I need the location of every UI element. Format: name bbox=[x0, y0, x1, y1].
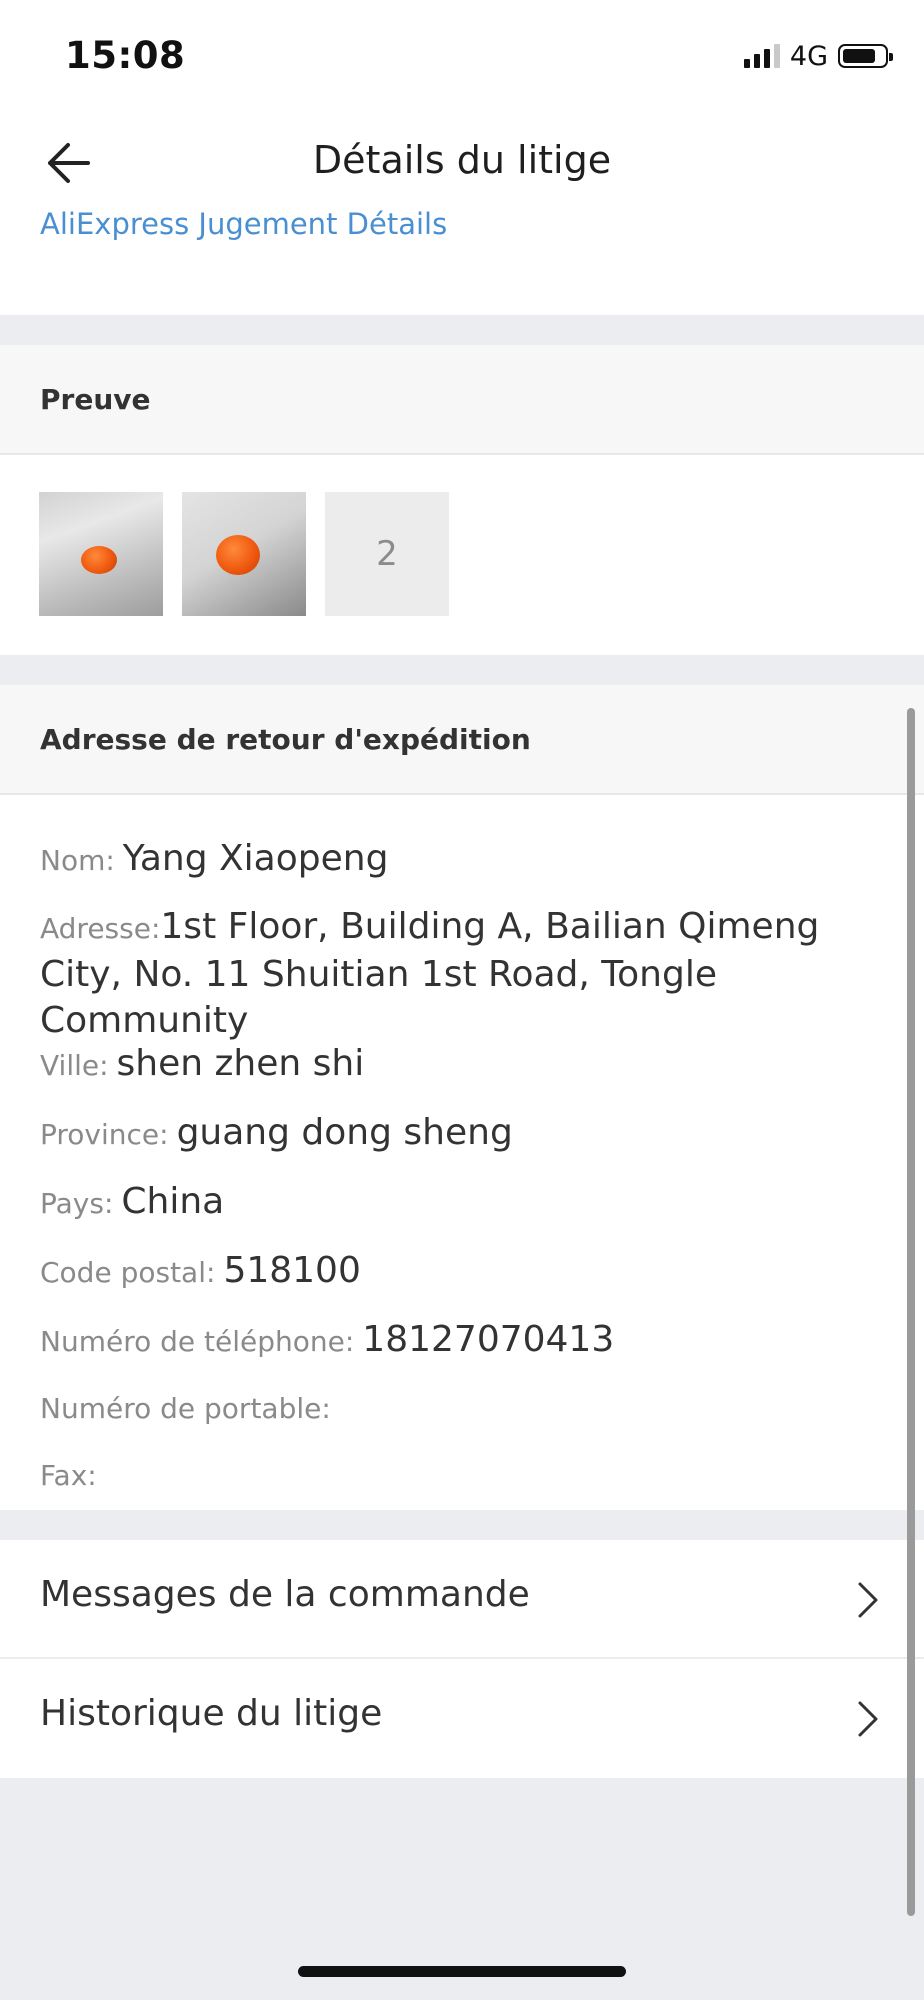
phone-row: Numéro de téléphone: 18127070413 bbox=[40, 1317, 890, 1365]
postal-code-value: 518100 bbox=[223, 1250, 361, 1291]
status-time: 15:08 bbox=[65, 34, 186, 77]
postal-code-row: Code postal: 518100 bbox=[40, 1248, 890, 1296]
country-row: Pays: China bbox=[40, 1179, 890, 1227]
address-row: Adresse:1st Floor, Building A, Bailian Q… bbox=[40, 904, 890, 1044]
postal-code-label: Code postal: bbox=[40, 1256, 216, 1289]
province-label: Province: bbox=[40, 1118, 169, 1151]
country-label: Pays: bbox=[40, 1187, 114, 1220]
proof-thumbnail[interactable] bbox=[182, 492, 306, 616]
order-messages-row[interactable]: Messages de la commande bbox=[0, 1540, 924, 1659]
return-address-title: Adresse de retour d'expédition bbox=[40, 723, 531, 756]
city-value: shen zhen shi bbox=[116, 1043, 365, 1084]
phone-label: Numéro de téléphone: bbox=[40, 1325, 355, 1358]
proof-section-header: Preuve bbox=[0, 345, 924, 455]
name-value: Yang Xiaopeng bbox=[122, 838, 389, 879]
signal-icon bbox=[743, 44, 780, 68]
chevron-right-icon bbox=[858, 1701, 878, 1737]
dispute-history-row[interactable]: Historique du litige bbox=[0, 1659, 924, 1778]
order-messages-label: Messages de la commande bbox=[40, 1574, 530, 1615]
fax-label: Fax: bbox=[40, 1459, 97, 1492]
return-address-details: Nom: Yang Xiaopeng Adresse:1st Floor, Bui… bbox=[0, 795, 924, 1510]
name-label: Nom: bbox=[40, 844, 115, 877]
status-indicators: 4G bbox=[743, 40, 893, 72]
chevron-right-icon bbox=[858, 1582, 878, 1618]
top-panel: 15:08 4G Détails du litige AliExpress Ju… bbox=[0, 0, 924, 315]
address-label: Adresse: bbox=[40, 912, 161, 945]
battery-icon bbox=[838, 44, 893, 68]
dispute-history-label: Historique du litige bbox=[40, 1693, 383, 1734]
proof-title: Preuve bbox=[40, 383, 151, 416]
city-row: Ville: shen zhen shi bbox=[40, 1041, 890, 1089]
fax-row: Fax: bbox=[40, 1451, 890, 1499]
judgement-details-link[interactable]: AliExpress Jugement Détails bbox=[40, 207, 447, 241]
return-address-header: Adresse de retour d'expédition bbox=[0, 685, 924, 795]
proof-more-count[interactable]: 2 bbox=[325, 492, 449, 616]
name-row: Nom: Yang Xiaopeng bbox=[40, 836, 890, 884]
scrollbar[interactable] bbox=[907, 708, 915, 1916]
city-label: Ville: bbox=[40, 1049, 109, 1082]
proof-gallery: 2 bbox=[0, 455, 924, 655]
home-indicator[interactable] bbox=[298, 1966, 626, 1977]
proof-thumbnail[interactable] bbox=[39, 492, 163, 616]
page-title: Détails du litige bbox=[312, 138, 612, 182]
country-value: China bbox=[121, 1181, 225, 1222]
network-type: 4G bbox=[789, 40, 828, 72]
phone-value: 18127070413 bbox=[362, 1319, 615, 1360]
mobile-label: Numéro de portable: bbox=[40, 1392, 331, 1425]
province-row: Province: guang dong sheng bbox=[40, 1110, 890, 1158]
province-value: guang dong sheng bbox=[176, 1112, 513, 1153]
mobile-row: Numéro de portable: bbox=[40, 1384, 890, 1432]
